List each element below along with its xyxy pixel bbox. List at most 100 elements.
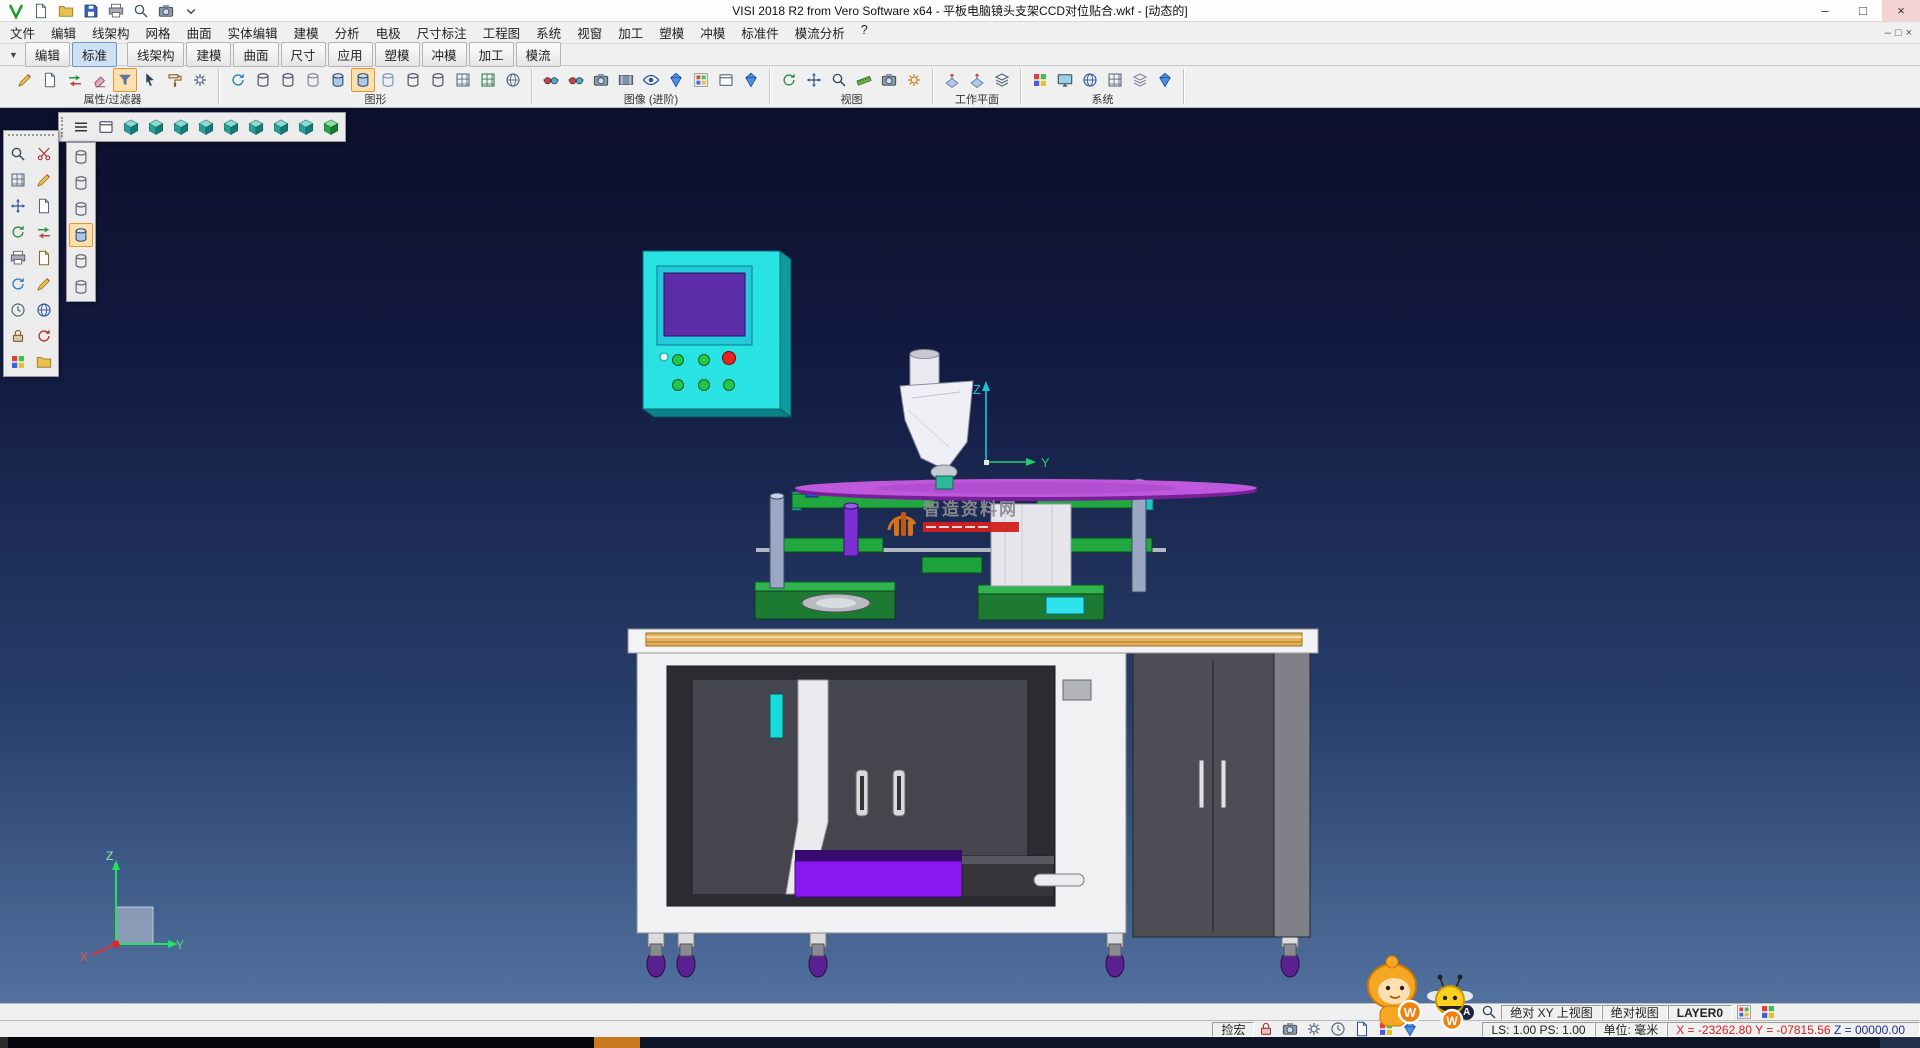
stereo-view-button[interactable] — [539, 68, 563, 92]
tab[interactable]: 模流 — [516, 42, 561, 67]
copy-tool-button[interactable] — [32, 194, 56, 218]
viewport-3d[interactable]: Z Y Z X Y — [0, 108, 1920, 1003]
refresh-tool-button[interactable] — [6, 272, 30, 296]
mode-wireframe-button[interactable] — [69, 145, 93, 169]
tab[interactable]: 线架构 — [127, 42, 185, 67]
quick-select-button[interactable] — [138, 68, 162, 92]
view-right-button[interactable] — [269, 115, 293, 139]
cad-link-button[interactable] — [1153, 68, 1177, 92]
image-capture-button[interactable] — [589, 68, 613, 92]
open-file-button[interactable] — [54, 0, 78, 23]
notes-button[interactable] — [32, 246, 56, 270]
move-tool-button[interactable] — [6, 194, 30, 218]
os-taskbar[interactable] — [0, 1037, 1920, 1048]
workplane-align-button[interactable] — [965, 68, 989, 92]
units-field[interactable]: 单位: 毫米 — [1595, 1022, 1668, 1037]
snap-grid-button[interactable] — [6, 168, 30, 192]
visi-logo-icon[interactable] — [4, 0, 28, 23]
toolbar-options-button[interactable] — [179, 0, 203, 23]
view-options-button[interactable] — [902, 68, 926, 92]
delete-tool-button[interactable] — [32, 142, 56, 166]
dynamic-view-button[interactable] — [777, 68, 801, 92]
viewbar-menu-button[interactable] — [69, 115, 93, 139]
background-button[interactable] — [714, 68, 738, 92]
tab[interactable]: 加工 — [469, 42, 514, 67]
color-table-button[interactable] — [1028, 68, 1052, 92]
history-tool-button[interactable] — [6, 298, 30, 322]
undo-button[interactable] — [32, 324, 56, 348]
layer-manager-button[interactable] — [1128, 68, 1152, 92]
view-back-button[interactable] — [219, 115, 243, 139]
mode-rendered-button[interactable] — [69, 249, 93, 273]
tab[interactable]: 曲面 — [233, 42, 278, 67]
circle-a-badge[interactable]: A — [1459, 1005, 1474, 1020]
taskbar-tray-area[interactable] — [1880, 1037, 1920, 1048]
machine-model[interactable]: Z Y Z X Y — [0, 108, 1920, 1003]
tab[interactable]: 应用 — [328, 42, 373, 67]
menu-item[interactable]: 冲模 — [692, 20, 733, 45]
viewbar-window-button[interactable] — [94, 115, 118, 139]
visual-check-button[interactable] — [639, 68, 663, 92]
menu-item[interactable]: 模流分析 — [787, 20, 853, 45]
attribute-delete-button[interactable] — [88, 68, 112, 92]
menu-item[interactable]: 标准件 — [733, 20, 787, 45]
menu-item[interactable]: 加工 — [610, 20, 651, 45]
section-display-button[interactable] — [476, 68, 500, 92]
tab[interactable]: 尺寸 — [281, 42, 326, 67]
save-file-button[interactable] — [79, 0, 103, 23]
mdi-close-button[interactable]: × — [1906, 27, 1912, 39]
dashed-hidden-mode-button[interactable] — [301, 68, 325, 92]
palette-button[interactable] — [6, 350, 30, 374]
multi-view-button[interactable] — [426, 68, 450, 92]
pan-view-button[interactable] — [802, 68, 826, 92]
view-top-button[interactable] — [144, 115, 168, 139]
pin-button[interactable] — [6, 324, 30, 348]
display-settings-button[interactable] — [1053, 68, 1077, 92]
attribute-copy-button[interactable] — [38, 68, 62, 92]
toolbar-grip[interactable] — [61, 117, 67, 137]
system-globe-button[interactable] — [1078, 68, 1102, 92]
view-iso-button[interactable] — [294, 115, 318, 139]
mdi-minimize-button[interactable]: – — [1885, 27, 1891, 39]
view-axonometric-button[interactable] — [119, 115, 143, 139]
print-tool-button[interactable] — [6, 246, 30, 270]
view-camera-button[interactable] — [877, 68, 901, 92]
lighting-button[interactable] — [664, 68, 688, 92]
tab[interactable]: 标准 — [72, 42, 117, 67]
mode-dashed-button[interactable] — [69, 197, 93, 221]
attribute-transfer-button[interactable] — [63, 68, 87, 92]
selection-filter-button[interactable] — [113, 68, 137, 92]
taskbar-start-area[interactable] — [0, 1037, 8, 1048]
palette-grip[interactable] — [8, 134, 54, 139]
maximize-button[interactable]: □ — [1844, 0, 1882, 21]
view-bottom-button[interactable] — [169, 115, 193, 139]
mode-translucent-button[interactable] — [69, 275, 93, 299]
rotate-tool-button[interactable] — [6, 220, 30, 244]
mode-hidden-button[interactable] — [69, 171, 93, 195]
anaglyph-view-button[interactable] — [564, 68, 588, 92]
translucent-mode-button[interactable] — [376, 68, 400, 92]
mode-shaded-button[interactable] — [69, 223, 93, 247]
reflect-mode-button[interactable] — [401, 68, 425, 92]
menu-item[interactable]: 视窗 — [569, 20, 610, 45]
active-layer-field[interactable]: LAYER0 — [1668, 1005, 1732, 1020]
grid-snap-button[interactable] — [1103, 68, 1127, 92]
macro-field[interactable]: 捡宏 — [1212, 1022, 1254, 1037]
minimize-button[interactable]: – — [1806, 0, 1844, 21]
sphere-render-button[interactable] — [501, 68, 525, 92]
mesh-display-button[interactable] — [451, 68, 475, 92]
absolute-view-field[interactable]: 绝对 XY 上视图 — [1501, 1005, 1601, 1020]
tab-dropdown-button[interactable]: ▼ — [4, 50, 23, 60]
shaded-edge-mode-button[interactable] — [351, 68, 375, 92]
filter-settings-button[interactable] — [188, 68, 212, 92]
hidden-line-mode-button[interactable] — [276, 68, 300, 92]
tab[interactable]: 冲模 — [422, 42, 467, 67]
menu-item[interactable]: ? — [853, 20, 876, 45]
tab[interactable]: 编辑 — [25, 42, 70, 67]
measure-button[interactable] — [852, 68, 876, 92]
view-left-button[interactable] — [244, 115, 268, 139]
mdi-restore-button[interactable]: □ — [1895, 27, 1902, 39]
print-button[interactable] — [104, 0, 128, 23]
zoom-tool-button[interactable] — [6, 142, 30, 166]
workplane-create-button[interactable] — [940, 68, 964, 92]
